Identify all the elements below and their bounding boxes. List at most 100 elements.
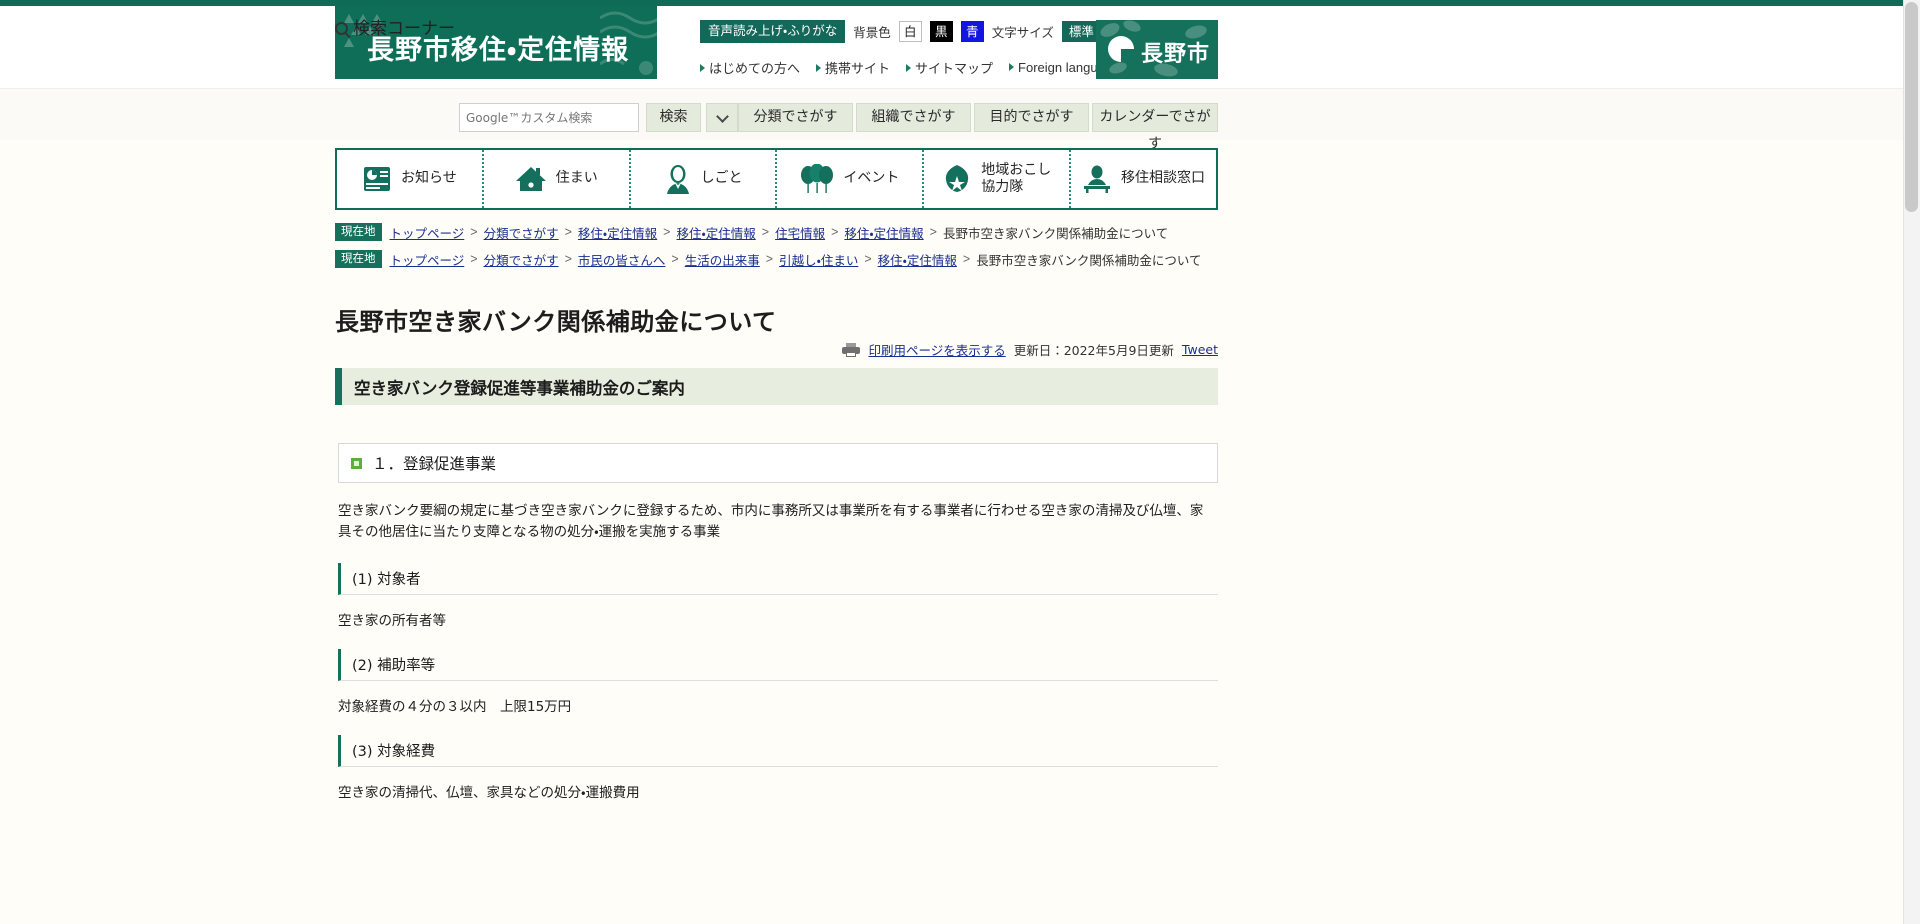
bullet-triangle-icon [816, 64, 822, 72]
nav-item-community-revitalization-corps[interactable]: 地域おこし 協力隊 [924, 150, 1072, 208]
nav-label: しごと [700, 170, 743, 187]
bgcolor-black-button[interactable]: 黒 [929, 21, 953, 42]
nagano-city-mark-icon [1108, 36, 1134, 62]
bgcolor-white-button[interactable]: 白 [898, 21, 922, 42]
city-name-label: 長野市 [1141, 42, 1211, 67]
breadcrumb-separator: > [929, 225, 937, 239]
nav-item-work[interactable]: しごと [631, 150, 778, 208]
house-icon [515, 167, 546, 191]
breadcrumb-link[interactable]: 住宅情報 [775, 223, 825, 242]
breadcrumb-link[interactable]: 市民の皆さんへ [578, 250, 666, 269]
breadcrumb-separator: > [564, 252, 572, 266]
breadcrumb-separator: > [470, 252, 478, 266]
bgcolor-blue-button[interactable]: 青 [960, 21, 984, 42]
utility-links: はじめての方へ 携帯サイト サイトマップ Foreign language [700, 58, 1119, 77]
news-board-icon [364, 167, 391, 191]
breadcrumb-separator: > [962, 252, 971, 266]
bgcolor-label: 背景色 [853, 26, 891, 40]
printer-icon [842, 342, 861, 357]
site-header: 長野市移住・定住情報 音声読み上げ・ふりがな 背景色 白 黒 青 文字サイズ 標… [0, 6, 1903, 88]
util-link-beginners[interactable]: はじめての方へ [700, 58, 800, 77]
search-by-category-button[interactable]: 分類でさがす [738, 103, 853, 132]
section-heading: 空き家バンク登録促進等事業補助金のご案内 [335, 368, 1218, 405]
sub-body-subsidy-rate: 対象経費の４分の３以内 上限15万円 [338, 698, 572, 715]
city-logo[interactable]: 長野市 [1096, 20, 1218, 79]
nav-item-migration-consultation[interactable]: 移住相談窓口 [1071, 150, 1216, 208]
breadcrumb-link[interactable]: 移住・定住情報 [676, 223, 755, 242]
nav-label: イベント [843, 170, 900, 187]
search-input[interactable] [459, 103, 639, 132]
main-content: 空き家バンク登録促進等事業補助金のご案内 １．登録促進事業 空き家バンク要綱の規… [335, 368, 1218, 801]
breadcrumb-separator: > [470, 225, 478, 239]
util-link-label: 携帯サイト [825, 61, 891, 76]
breadcrumb-link[interactable]: トップページ [390, 223, 465, 242]
chevron-down-icon [715, 110, 729, 123]
sub-heading-subsidy-rate: (2) 補助率等 [338, 648, 1218, 681]
breadcrumb-separator: > [765, 252, 774, 266]
breadcrumb-current: 長野市空き家バンク関係補助金について [942, 225, 1169, 241]
breadcrumb-separator: > [864, 252, 872, 266]
nav-label: 地域おこし 協力隊 [981, 161, 1052, 196]
nav-label: 住まい [555, 170, 598, 187]
breadcrumb-badge: 現在地 [335, 250, 382, 268]
subsection-heading-box: １．登録促進事業 [338, 443, 1218, 483]
breadcrumb-link[interactable]: 移住・定住情報 [578, 223, 657, 242]
consultation-desk-icon [1084, 165, 1111, 193]
balloons-icon [801, 164, 834, 193]
search-corner-text: 検索コーナー [353, 19, 455, 39]
breadcrumb-separator: > [831, 225, 839, 239]
breadcrumb-separator: > [761, 225, 770, 239]
search-icon [335, 22, 348, 35]
breadcrumb: 現在地 トップページ > 分類でさがす > 移住・定住情報 > 移住・定住情報 > 住宅… [335, 222, 1235, 242]
util-link-mobile-site[interactable]: 携帯サイト [816, 58, 890, 77]
right-gutter [1218, 6, 1903, 924]
search-submit-button[interactable]: 検索 [646, 103, 701, 132]
primary-icon-navigation: お知らせ 住まい しごと イベント 地域おこし 協力隊 移住相談窓口 [335, 148, 1218, 210]
search-by-calendar-button[interactable]: カレンダーでさがす [1092, 103, 1218, 152]
breadcrumb-link[interactable]: 移住・定住情報 [844, 223, 923, 242]
breadcrumb-separator: > [671, 252, 679, 266]
page-title: 長野市空き家バンク関係補助金について [335, 308, 777, 337]
breadcrumb-badge: 現在地 [335, 223, 382, 241]
breadcrumb-link[interactable]: トップページ [390, 250, 465, 269]
bullet-square-icon [351, 457, 362, 469]
breadcrumb-container: 現在地 トップページ > 分類でさがす > 移住・定住情報 > 移住・定住情報 > 住宅… [335, 222, 1235, 276]
util-link-sitemap[interactable]: サイトマップ [906, 58, 993, 77]
sub-body-target-persons: 空き家の所有者等 [338, 612, 446, 629]
accessibility-toolbar: 音声読み上げ・ふりがな 背景色 白 黒 青 文字サイズ 標準 拡大 [700, 20, 1148, 43]
nav-item-news[interactable]: お知らせ [337, 150, 484, 208]
bullet-triangle-icon [906, 64, 912, 72]
breadcrumb-link[interactable]: 生活の出来事 [685, 250, 760, 269]
businessperson-icon [666, 165, 689, 194]
breadcrumb-current: 長野市空き家バンク関係補助金について [976, 252, 1202, 268]
voice-reading-button[interactable]: 音声読み上げ・ふりがな [700, 20, 846, 43]
search-corner-label: 検索コーナー [335, 14, 455, 39]
bullet-triangle-icon [1009, 63, 1015, 71]
search-by-purpose-button[interactable]: 目的でさがす [974, 103, 1089, 132]
sub-heading-eligible-expenses: (3) 対象経費 [338, 734, 1218, 767]
breadcrumb-link[interactable]: 引越し・住まい [779, 250, 858, 269]
search-by-organization-button[interactable]: 組織でさがす [856, 103, 971, 132]
print-page-link[interactable]: 印刷用ページを表示する [868, 340, 1005, 359]
breadcrumb-link[interactable]: 分類でさがす [484, 250, 559, 269]
sub-heading-target-persons: (1) 対象者 [338, 562, 1218, 595]
breadcrumb-link[interactable]: 分類でさがす [484, 223, 559, 242]
breadcrumb: 現在地 トップページ > 分類でさがす > 市民の皆さんへ > 生活の出来事 > 引越し… [335, 249, 1235, 269]
nav-item-event[interactable]: イベント [777, 150, 925, 208]
vertical-scrollbar[interactable] [1903, 0, 1920, 924]
printer-top [846, 342, 857, 347]
subsection-heading-text: １．登録促進事業 [372, 455, 497, 473]
scrollbar-thumb[interactable] [1905, 2, 1918, 212]
nav-item-housing[interactable]: 住まい [484, 150, 631, 208]
page-meta-row: 印刷用ページを表示する 更新日：2022年5月9日更新 Tweet [842, 340, 1218, 359]
left-gutter [0, 6, 335, 924]
util-link-label: はじめての方へ [709, 61, 801, 76]
search-options-dropdown-button[interactable] [706, 103, 738, 132]
breadcrumb-link[interactable]: 移住・定住情報 [878, 250, 957, 269]
printer-output [846, 351, 857, 357]
tweet-link[interactable]: Tweet [1182, 342, 1218, 357]
sub-body-eligible-expenses: 空き家の清掃代、仏壇、家具などの処分・運搬費用 [338, 784, 640, 801]
updated-date: 更新日：2022年5月9日更新 [1013, 343, 1174, 358]
tree-icon [946, 165, 969, 192]
util-link-label: サイトマップ [915, 61, 994, 76]
